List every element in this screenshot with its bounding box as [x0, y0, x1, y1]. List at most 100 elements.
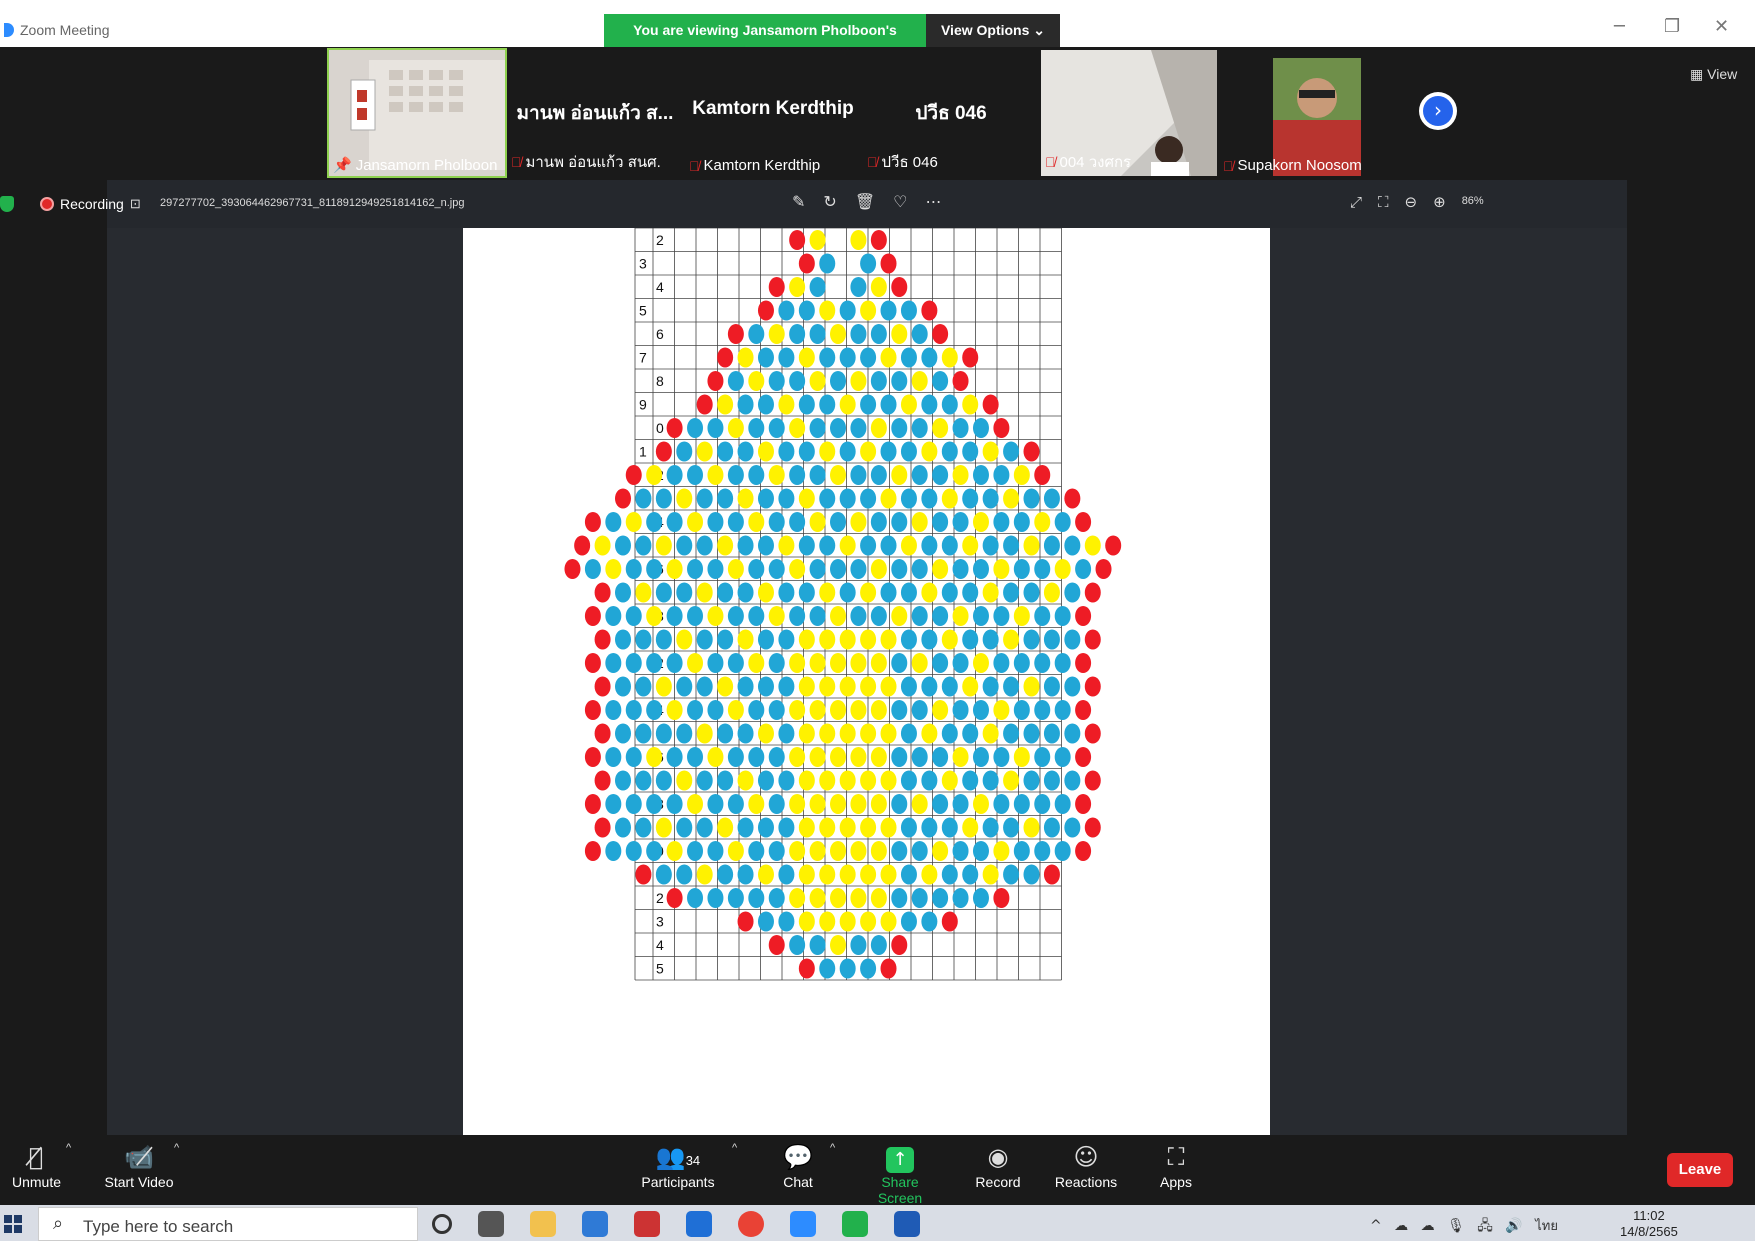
bead [819, 629, 836, 650]
bead [870, 653, 887, 673]
line-icon[interactable] [842, 1211, 868, 1237]
participants-button[interactable]: 👥34 Participants [640, 1140, 716, 1190]
bead [564, 559, 581, 579]
bead [584, 747, 601, 767]
bead [911, 794, 928, 814]
bead [584, 512, 601, 532]
bead [778, 394, 795, 415]
more-icon[interactable]: ⋯ [925, 192, 941, 211]
bead [952, 371, 969, 391]
bead [830, 935, 846, 955]
bead [941, 629, 958, 650]
bead [900, 535, 917, 556]
share-screen-button[interactable]: ↑ Share Screen [858, 1140, 942, 1206]
chat-icon: 💬 [783, 1143, 813, 1171]
unmute-button[interactable]: 🎙̸ Unmute [12, 1140, 61, 1190]
delete-icon[interactable]: 🗑 [855, 192, 875, 211]
video-caret-icon[interactable]: ^ [174, 1142, 179, 1154]
bead [830, 653, 846, 673]
start-video-button[interactable]: 📹̸ Start Video [104, 1140, 174, 1190]
leave-button[interactable]: Leave [1667, 1153, 1733, 1187]
bead [839, 723, 856, 744]
row-label: 4 [656, 279, 664, 295]
shared-image: 23456789012345678123456789012345 [463, 228, 1270, 1135]
chat-button[interactable]: 💬 Chat [774, 1140, 822, 1190]
rotate-icon[interactable]: ↻ [823, 192, 836, 211]
windows-start-icon[interactable] [4, 1215, 22, 1233]
expand-icon[interactable]: ⤢ [1350, 193, 1362, 211]
favorite-icon[interactable]: ♡ [893, 192, 907, 211]
bead [911, 465, 928, 485]
bead [941, 347, 958, 368]
close-icon[interactable]: ✕ [1714, 16, 1729, 37]
app-icon[interactable] [634, 1211, 660, 1237]
view-options-button[interactable]: View Options ⌄ [926, 14, 1060, 47]
bead [666, 653, 683, 673]
taskbar-apps [432, 1211, 920, 1237]
zoom-icon[interactable] [790, 1211, 816, 1237]
chrome-icon[interactable] [738, 1211, 764, 1237]
bead [798, 676, 815, 697]
file-explorer-icon[interactable] [530, 1211, 556, 1237]
apps-button[interactable]: ⛶ Apps [1154, 1140, 1198, 1190]
participant-tile[interactable]: 🎙̸ Supakorn Noosom [1219, 50, 1395, 176]
taskbar-search[interactable]: ⌕ Type here to search [38, 1207, 418, 1241]
bead [850, 747, 867, 767]
bead [819, 911, 836, 932]
bead [768, 888, 785, 908]
edit-icon[interactable]: ✎ [792, 192, 805, 211]
bead [768, 465, 785, 485]
bead [768, 512, 785, 532]
apps-icon: ⛶ [1167, 1143, 1185, 1171]
next-page-button[interactable]: › [1419, 92, 1457, 130]
participant-tile[interactable]: ปวีธ 046 🎙̸ ปวีธ 046 [863, 50, 1039, 176]
window-title: Zoom Meeting [20, 22, 110, 38]
task-view-icon[interactable] [478, 1211, 504, 1237]
meeting-controls: 🎙̸ Unmute 📹̸ Start Video 👥34 Participant… [0, 1135, 1755, 1206]
audio-caret-icon[interactable]: ^ [66, 1142, 71, 1154]
system-tray[interactable]: ^ ☁ ☁ 🎙 🖧 🔊 ไทย [1370, 1215, 1558, 1239]
bead [850, 653, 867, 673]
view-button[interactable]: ▦ View [1690, 66, 1737, 83]
bead [809, 371, 826, 391]
bead [809, 606, 826, 626]
record-button[interactable]: ◉ Record [974, 1140, 1022, 1190]
share-banner-message: You are viewing Jansamorn Pholboon's scr… [604, 14, 926, 71]
bead [911, 559, 928, 579]
participant-name: 📌 Jansamorn Pholboon [333, 156, 498, 175]
mic-muted-icon: 🎙̸ [28, 1143, 44, 1171]
restore-icon[interactable]: ❐ [1664, 16, 1680, 37]
fit-icon[interactable]: ⛶ [1378, 193, 1389, 211]
bead [962, 770, 979, 791]
reactions-button[interactable]: ☺ Reactions [1054, 1140, 1118, 1190]
word-icon[interactable] [894, 1211, 920, 1237]
taskbar-clock[interactable]: 11:02 14/8/2565 [1620, 1208, 1678, 1240]
bead [962, 488, 979, 509]
mic-muted-icon: 🎙̸ [867, 154, 878, 170]
bead [594, 629, 611, 650]
bead [789, 653, 806, 673]
calendar-icon[interactable] [686, 1211, 712, 1237]
mail-icon[interactable] [582, 1211, 608, 1237]
bead [768, 841, 785, 861]
chat-caret-icon[interactable]: ^ [830, 1142, 835, 1154]
bead [789, 512, 806, 532]
bead [737, 723, 754, 744]
recording-indicator[interactable]: Recording ⊡ [0, 196, 141, 212]
recording-options-icon[interactable]: ⊡ [130, 196, 141, 212]
zoom-in-icon[interactable]: ⊕ [1433, 193, 1446, 211]
bead [676, 817, 693, 838]
minimize-icon[interactable]: ─ [1614, 16, 1625, 37]
participants-caret-icon[interactable]: ^ [732, 1142, 737, 1154]
participant-tile[interactable]: 📌 Jansamorn Pholboon [327, 48, 507, 178]
bead [941, 394, 958, 415]
zoom-out-icon[interactable]: ⊖ [1405, 193, 1418, 211]
bead [789, 888, 806, 908]
cortana-icon[interactable] [432, 1214, 452, 1234]
participant-tile[interactable]: Kamtorn Kerdthip 🎙̸ Kamtorn Kerdthip [685, 50, 861, 176]
zoom-window: Zoom Meeting You are viewing Jansamorn P… [0, 0, 1755, 1241]
bead [982, 582, 999, 603]
participant-tile[interactable]: 🎙̸ 004 วงศกร [1041, 50, 1217, 176]
participant-tile[interactable]: มานพ อ่อนแก้ว ส... 🎙̸ มานพ อ่อนแก้ว สนศ. [507, 50, 683, 176]
bead [789, 747, 806, 767]
